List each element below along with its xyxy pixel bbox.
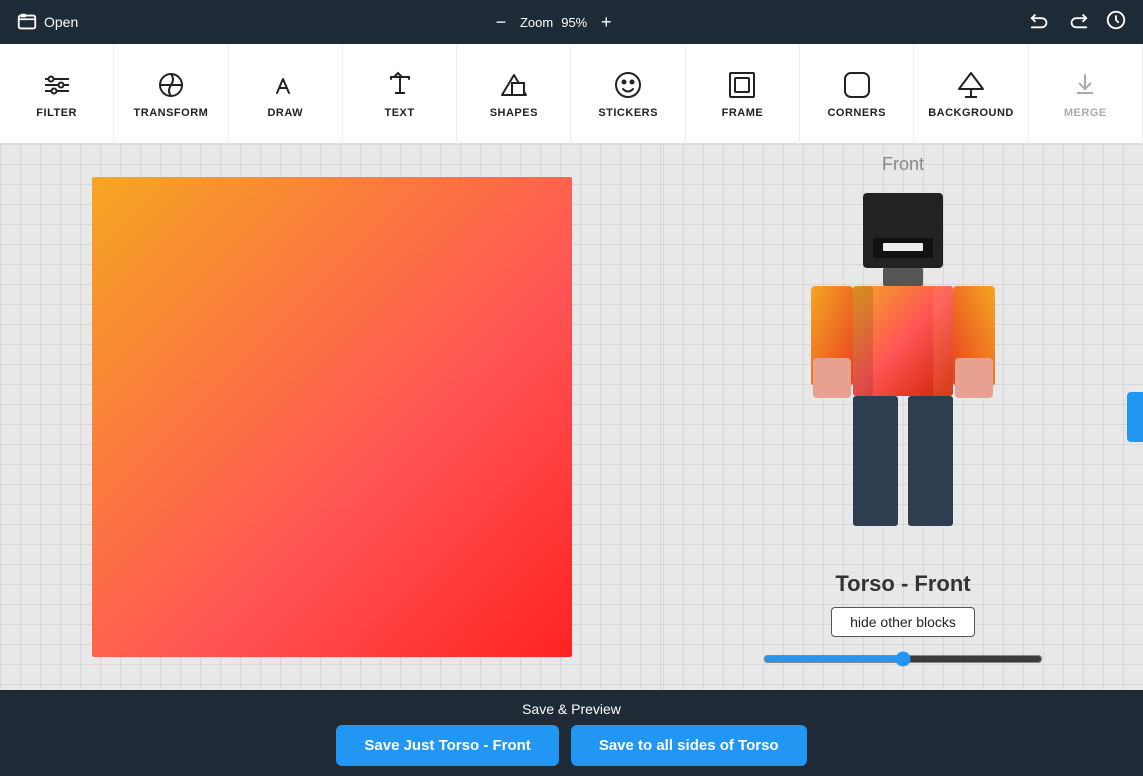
top-bar: Open − Zoom 95% + bbox=[0, 0, 1143, 44]
filter-label: FILTER bbox=[36, 107, 77, 119]
corners-label: CORNERS bbox=[827, 107, 886, 119]
tool-filter[interactable]: FILTER bbox=[0, 44, 114, 144]
undo-button[interactable] bbox=[1029, 9, 1051, 36]
stickers-label: STICKERS bbox=[598, 107, 658, 119]
arm-left-lower bbox=[813, 358, 851, 398]
merge-icon bbox=[1069, 69, 1101, 101]
text-icon bbox=[384, 69, 416, 101]
mouth bbox=[883, 243, 923, 251]
toolbar: FILTER TRANSFORM DRAW TEXT SHAP bbox=[0, 44, 1143, 144]
canvas-drawing[interactable] bbox=[92, 177, 572, 657]
leg-right bbox=[908, 396, 953, 526]
tool-text[interactable]: TEXT bbox=[343, 44, 457, 144]
shapes-icon bbox=[498, 69, 530, 101]
open-icon bbox=[16, 11, 38, 33]
tool-background[interactable]: BACKGROUND bbox=[914, 44, 1028, 144]
history-icon bbox=[1105, 9, 1127, 31]
torso-shadow-left bbox=[853, 286, 873, 396]
top-bar-right bbox=[1029, 9, 1127, 36]
tool-shapes[interactable]: SHAPES bbox=[457, 44, 571, 144]
top-bar-left: Open bbox=[16, 11, 78, 33]
draw-label: DRAW bbox=[267, 107, 303, 119]
shapes-label: SHAPES bbox=[490, 107, 538, 119]
background-label: BACKGROUND bbox=[928, 107, 1014, 119]
tool-corners[interactable]: CORNERS bbox=[800, 44, 914, 144]
save-just-front-button[interactable]: Save Just Torso - Front bbox=[336, 725, 558, 766]
character-preview bbox=[753, 183, 1053, 563]
transform-label: TRANSFORM bbox=[134, 107, 209, 119]
tool-draw[interactable]: DRAW bbox=[229, 44, 343, 144]
preview-part-name: Torso - Front bbox=[835, 571, 970, 597]
stickers-icon bbox=[612, 69, 644, 101]
bottom-bar: Save & Preview Save Just Torso - Front S… bbox=[0, 690, 1143, 776]
slider-area bbox=[763, 651, 1043, 667]
text-label: TEXT bbox=[384, 107, 414, 119]
tool-stickers[interactable]: STICKERS bbox=[571, 44, 685, 144]
neck bbox=[883, 268, 923, 286]
zoom-value: 95% bbox=[561, 15, 587, 30]
zoom-control: − Zoom 95% + bbox=[490, 11, 617, 33]
filter-icon bbox=[41, 69, 73, 101]
preview-slider[interactable] bbox=[763, 651, 1043, 667]
merge-label: MERGE bbox=[1064, 107, 1107, 119]
main-content: Front bbox=[0, 144, 1143, 690]
canvas-area[interactable] bbox=[0, 144, 663, 690]
undo-icon bbox=[1029, 9, 1051, 31]
history-button[interactable] bbox=[1105, 9, 1127, 36]
arm-right-lower bbox=[955, 358, 993, 398]
torso-highlight-right bbox=[933, 286, 953, 396]
preview-area: Front bbox=[663, 144, 1143, 690]
background-icon bbox=[955, 69, 987, 101]
preview-side-label: Front bbox=[882, 154, 924, 175]
save-preview-label: Save & Preview bbox=[522, 701, 621, 717]
transform-icon bbox=[155, 69, 187, 101]
redo-icon bbox=[1067, 9, 1089, 31]
frame-label: FRAME bbox=[722, 107, 764, 119]
save-all-sides-button[interactable]: Save to all sides of Torso bbox=[571, 725, 807, 766]
character-svg bbox=[753, 183, 1053, 563]
draw-icon bbox=[269, 69, 301, 101]
zoom-plus-button[interactable]: + bbox=[595, 11, 617, 33]
leg-left bbox=[853, 396, 898, 526]
bottom-buttons: Save Just Torso - Front Save to all side… bbox=[336, 725, 806, 766]
tool-transform[interactable]: TRANSFORM bbox=[114, 44, 228, 144]
zoom-minus-button[interactable]: − bbox=[490, 11, 512, 33]
hide-blocks-button[interactable]: hide other blocks bbox=[831, 607, 975, 637]
redo-button[interactable] bbox=[1067, 9, 1089, 36]
tool-frame[interactable]: FRAME bbox=[686, 44, 800, 144]
open-label: Open bbox=[44, 14, 78, 30]
zoom-label: Zoom bbox=[520, 15, 553, 30]
open-button[interactable]: Open bbox=[16, 11, 78, 33]
corners-icon bbox=[841, 69, 873, 101]
frame-icon bbox=[726, 69, 758, 101]
right-panel-handle[interactable] bbox=[1127, 392, 1143, 442]
tool-merge[interactable]: MERGE bbox=[1029, 44, 1143, 144]
